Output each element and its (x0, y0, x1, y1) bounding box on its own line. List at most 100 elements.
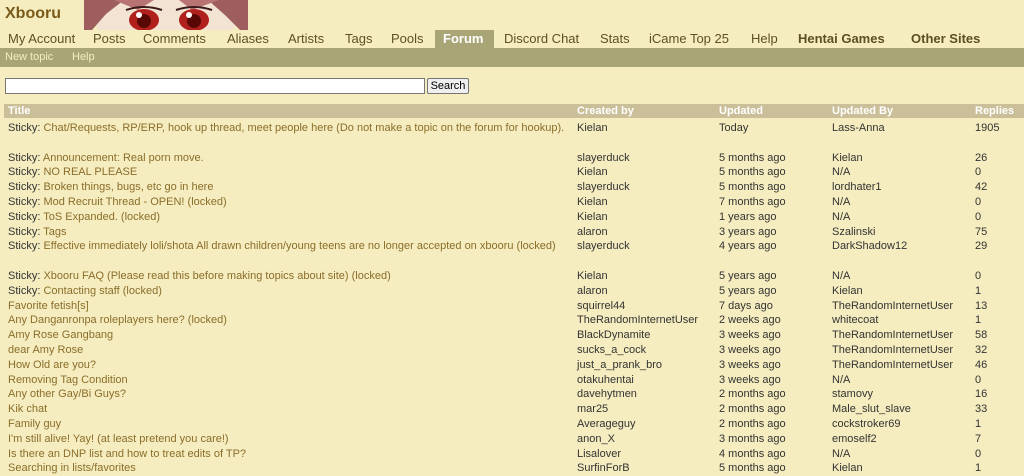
sticky-label: Sticky: (8, 122, 41, 134)
replies-cell: 58 (975, 329, 988, 342)
replies-cell: 0 (975, 195, 982, 208)
header-updated-by[interactable]: Updated By (832, 104, 893, 118)
updated-by-cell: N/A (832, 269, 851, 282)
replies-cell: 1 (975, 417, 982, 430)
updated-by-cell: cockstroker69 (832, 417, 901, 430)
updated-by-cell: N/A (832, 166, 851, 179)
nav-help[interactable]: Help (743, 30, 786, 48)
updated-by-cell: TheRandomInternetUser (832, 329, 954, 342)
updated-cell: 5 months ago (719, 462, 786, 475)
replies-cell: 0 (975, 373, 982, 386)
nav-hentai-games[interactable]: Hentai Games (790, 30, 893, 48)
table-row: Sticky: NO REAL PLEASE Kielan 5 months ago… (0, 165, 1024, 180)
updated-by-cell: TheRandomInternetUser (832, 299, 954, 312)
updated-by-cell: Male_slut_slave (832, 403, 911, 416)
topic-link[interactable]: Favorite fetish[s] (8, 300, 89, 312)
created-by-cell: Averageguy (577, 417, 636, 430)
updated-cell: Today (719, 122, 749, 134)
topic-link[interactable]: Any Danganronpa roleplayers here? (locke… (8, 314, 227, 326)
nav-pools[interactable]: Pools (383, 30, 432, 48)
topic-link[interactable]: Chat/Requests, RP/ERP, hook up thread, m… (43, 122, 564, 134)
nav-tags[interactable]: Tags (337, 30, 380, 48)
replies-cell: 33 (975, 403, 988, 416)
updated-cell: 3 weeks ago (719, 343, 781, 356)
topic-title-cell: Sticky: Xbooru FAQ (Please read this bef… (8, 269, 568, 284)
forum-help-link[interactable]: Help (72, 48, 95, 67)
topic-title-cell: Is there an DNP list and how to treat ed… (8, 447, 568, 462)
topic-link[interactable]: ToS Expanded. (locked) (43, 211, 160, 223)
topic-link[interactable]: dear Amy Rose (8, 344, 83, 356)
topic-link[interactable]: Any other Gay/Bi Guys? (8, 388, 126, 400)
topic-link[interactable]: Effective immediately loli/shota All dra… (43, 240, 555, 252)
updated-cell: 4 months ago (719, 447, 786, 460)
topic-link[interactable]: Amy Rose Gangbang (8, 329, 113, 341)
nav-discord-chat[interactable]: Discord Chat (496, 30, 587, 48)
topic-link[interactable]: Broken things, bugs, etc go in here (43, 181, 213, 193)
updated-by-cell: Szalinski (832, 225, 876, 238)
replies-cell: 0 (975, 210, 982, 223)
nav-forum[interactable]: Forum (435, 30, 494, 48)
site-logo[interactable]: Xbooru (5, 5, 61, 23)
table-row: Sticky: Tags alaron 3 years ago Szalinski 75 (0, 225, 1024, 240)
created-by-cell: just_a_prank_bro (577, 358, 663, 371)
updated-by-cell: Kielan (832, 284, 863, 297)
topic-link[interactable]: NO REAL PLEASE (43, 166, 137, 178)
topic-title-cell: Kik chat (8, 402, 568, 417)
updated-cell: 5 years ago (719, 284, 777, 297)
header-updated[interactable]: Updated (719, 104, 763, 118)
table-row: Kik chat mar25 2 months ago Male_slut_slave… (0, 402, 1024, 417)
topic-link[interactable]: Removing Tag Condition (8, 374, 128, 386)
table-row: Amy Rose Gangbang BlackDynamite 3 weeks ag… (0, 328, 1024, 343)
topic-title-cell: Amy Rose Gangbang (8, 328, 568, 343)
updated-cell: 3 months ago (719, 432, 786, 445)
topic-link[interactable]: Mod Recruit Thread - OPEN! (locked) (43, 196, 226, 208)
topic-title-cell: Sticky: Mod Recruit Thread - OPEN! (lock… (8, 195, 568, 210)
nav-stats[interactable]: Stats (592, 30, 638, 48)
nav-artists[interactable]: Artists (280, 30, 332, 48)
updated-cell: 4 years ago (719, 240, 777, 253)
forum-topic-list: Sticky: Chat/Requests, RP/ERP, hook up t… (0, 121, 1024, 476)
forum-search-input[interactable] (5, 78, 425, 94)
updated-by-cell: N/A (832, 195, 851, 208)
topic-title-cell: dear Amy Rose (8, 343, 568, 358)
created-by-cell: alaron (577, 225, 608, 238)
nav-icame-top-25[interactable]: iCame Top 25 (641, 30, 737, 48)
replies-cell: 13 (975, 299, 988, 312)
created-by-cell: slayerduck (577, 181, 630, 194)
nav-other-sites[interactable]: Other Sites (903, 30, 988, 48)
updated-cell: 2 weeks ago (719, 314, 781, 327)
nav-comments[interactable]: Comments (135, 30, 214, 48)
header-replies[interactable]: Replies (975, 104, 1014, 118)
created-by-cell: Kielan (577, 195, 608, 208)
replies-cell: 16 (975, 388, 988, 401)
table-row: dear Amy Rose sucks_a_cock 3 weeks ago TheR… (0, 343, 1024, 358)
updated-by-cell: TheRandomInternetUser (832, 358, 954, 371)
new-topic-link[interactable]: New topic (5, 48, 53, 67)
updated-by-cell: DarkShadow12 (832, 240, 908, 253)
topic-title-cell: I'm still alive! Yay! (at least pretend … (8, 432, 568, 447)
topic-link[interactable]: Is there an DNP list and how to treat ed… (8, 448, 246, 460)
topic-link[interactable]: Xbooru FAQ (Please read this before maki… (43, 270, 390, 282)
updated-by-cell: stamovy (832, 388, 873, 401)
nav-my-account[interactable]: My Account (0, 30, 83, 48)
header-title[interactable]: Title (8, 104, 30, 118)
search-button[interactable]: Search (427, 78, 469, 94)
header-created-by[interactable]: Created by (577, 104, 634, 118)
topic-link[interactable]: I'm still alive! Yay! (at least pretend … (8, 433, 229, 445)
nav-posts[interactable]: Posts (85, 30, 134, 48)
sticky-label: Sticky: (8, 151, 41, 164)
topic-link[interactable]: How Old are you? (8, 359, 96, 371)
sticky-label: Sticky: (8, 269, 41, 282)
nav-aliases[interactable]: Aliases (219, 30, 277, 48)
replies-cell: 0 (975, 269, 982, 282)
topic-title-cell: Any Danganronpa roleplayers here? (locke… (8, 313, 568, 328)
topic-link[interactable]: Tags (43, 226, 66, 238)
updated-cell: 2 months ago (719, 417, 786, 430)
topic-link[interactable]: Kik chat (8, 403, 47, 415)
replies-cell: 29 (975, 240, 988, 253)
updated-cell: 5 months ago (719, 181, 786, 194)
topic-link[interactable]: Announcement: Real porn move. (43, 152, 204, 164)
topic-link[interactable]: Family guy (8, 418, 61, 430)
topic-title-cell: Sticky: Effective immediately loli/shota… (8, 239, 568, 254)
topic-link[interactable]: Contacting staff (locked) (43, 285, 161, 297)
